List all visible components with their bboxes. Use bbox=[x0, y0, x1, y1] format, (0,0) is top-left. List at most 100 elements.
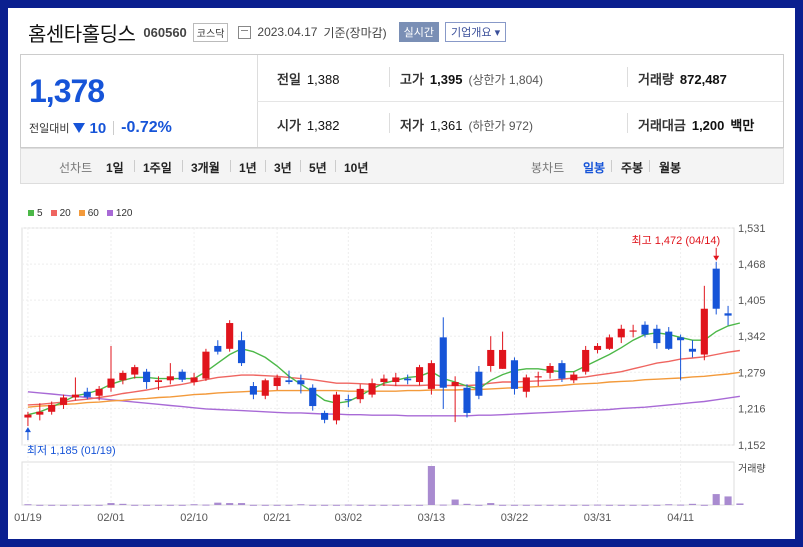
candle-body bbox=[190, 377, 198, 383]
candle-body bbox=[712, 268, 720, 309]
candle-body bbox=[427, 363, 435, 389]
x-tick-label: 03/22 bbox=[501, 512, 529, 524]
max-arrow-icon bbox=[713, 255, 720, 261]
candle-body bbox=[463, 387, 471, 413]
x-tick-label: 04/11 bbox=[667, 512, 694, 524]
candle-body bbox=[570, 374, 578, 381]
x-tick-label: 02/10 bbox=[180, 512, 208, 524]
volume-bar bbox=[700, 504, 708, 506]
candle-body bbox=[71, 394, 79, 398]
candle-body bbox=[593, 345, 602, 350]
volume-bar bbox=[237, 503, 246, 505]
volume-bar bbox=[285, 504, 293, 506]
candle-body bbox=[344, 399, 352, 401]
volume-bar bbox=[202, 504, 210, 506]
candle-body bbox=[439, 337, 447, 388]
candle-body bbox=[131, 367, 139, 375]
candle-body bbox=[404, 378, 412, 381]
volume-bar bbox=[368, 504, 376, 506]
volume-bar bbox=[332, 504, 341, 506]
price-chart: 1,531 1,468 1,405 1,342 1,279 1,216 1,152 01/19… bbox=[14, 223, 766, 524]
candle-body bbox=[214, 345, 222, 352]
volume-bar bbox=[510, 504, 519, 506]
volume-bar bbox=[724, 496, 732, 505]
candle-body bbox=[665, 331, 673, 349]
volume-bar bbox=[356, 504, 364, 506]
candle-body bbox=[202, 351, 210, 379]
x-tick-label: 03/13 bbox=[418, 512, 446, 524]
volume-bar bbox=[593, 504, 602, 506]
candle-body bbox=[83, 391, 91, 397]
candle-body bbox=[617, 328, 625, 338]
y-tick-label: 1,468 bbox=[738, 259, 766, 271]
volume-bar bbox=[558, 504, 566, 506]
volume-bar bbox=[226, 503, 234, 505]
volume-bar bbox=[71, 504, 79, 506]
candle-body bbox=[700, 308, 708, 355]
y-tick-label: 1,405 bbox=[738, 295, 766, 307]
volume-plot-frame bbox=[21, 461, 735, 506]
candle-body bbox=[249, 386, 257, 395]
volume-bar bbox=[688, 503, 697, 505]
volume-bar bbox=[309, 504, 317, 506]
volume-bar bbox=[166, 504, 174, 506]
candle-body bbox=[380, 378, 388, 383]
volume-bar bbox=[463, 503, 471, 505]
volume-bar bbox=[641, 504, 649, 506]
candle-body bbox=[309, 387, 317, 407]
candle-body bbox=[332, 394, 341, 421]
volume-bar bbox=[83, 504, 91, 506]
min-annotation: 최저 1,185 (01/19) bbox=[27, 444, 116, 457]
candle-body bbox=[107, 378, 115, 388]
volume-bar bbox=[629, 504, 637, 506]
volume-bar bbox=[570, 504, 578, 506]
volume-bar bbox=[24, 504, 32, 506]
volume-bar bbox=[546, 504, 554, 506]
y-tick-label: 1,531 bbox=[738, 223, 766, 235]
y-tick-label: 1,279 bbox=[738, 367, 766, 379]
volume-bar bbox=[273, 504, 281, 506]
volume-bar bbox=[582, 504, 590, 506]
volume-bar bbox=[427, 466, 435, 505]
candle-body bbox=[605, 337, 613, 349]
candle-body bbox=[285, 380, 293, 383]
volume-bar bbox=[214, 502, 222, 505]
volume-bar bbox=[119, 503, 127, 505]
candle-body bbox=[237, 340, 246, 364]
candle-body bbox=[24, 414, 32, 418]
candle-body bbox=[261, 380, 269, 396]
candle-body bbox=[36, 411, 44, 415]
candle-body bbox=[154, 380, 163, 383]
x-tick-label: 03/31 bbox=[584, 512, 612, 524]
candle-body bbox=[688, 348, 697, 352]
candle-body bbox=[522, 377, 530, 392]
candle-body bbox=[226, 323, 234, 349]
volume-bar bbox=[534, 504, 542, 506]
volume-bar bbox=[380, 504, 388, 506]
candle-body bbox=[368, 383, 376, 395]
x-tick-label: 02/01 bbox=[97, 512, 125, 524]
candle-body bbox=[475, 371, 483, 396]
y-tick-label: 1,152 bbox=[738, 440, 766, 452]
volume-bar bbox=[48, 504, 56, 506]
candle-body bbox=[499, 349, 507, 369]
candle-body bbox=[356, 388, 364, 400]
volume-bar bbox=[605, 504, 613, 506]
y-tick-label: 1,342 bbox=[738, 331, 766, 343]
candle-body bbox=[653, 328, 661, 344]
volume-bar bbox=[439, 504, 447, 506]
candle-body bbox=[95, 388, 103, 396]
candle-body bbox=[415, 367, 424, 383]
candle-body bbox=[119, 372, 127, 381]
volume-bar bbox=[392, 504, 400, 506]
candle-body bbox=[558, 363, 566, 379]
candle-body bbox=[297, 380, 305, 385]
volume-bar bbox=[677, 504, 685, 506]
volume-bar bbox=[415, 504, 424, 506]
candle-body bbox=[582, 349, 590, 372]
candle-body bbox=[487, 349, 495, 366]
candle-body bbox=[534, 376, 542, 378]
candle-body bbox=[321, 412, 329, 420]
candle-body bbox=[546, 365, 554, 373]
volume-bar bbox=[249, 504, 257, 506]
